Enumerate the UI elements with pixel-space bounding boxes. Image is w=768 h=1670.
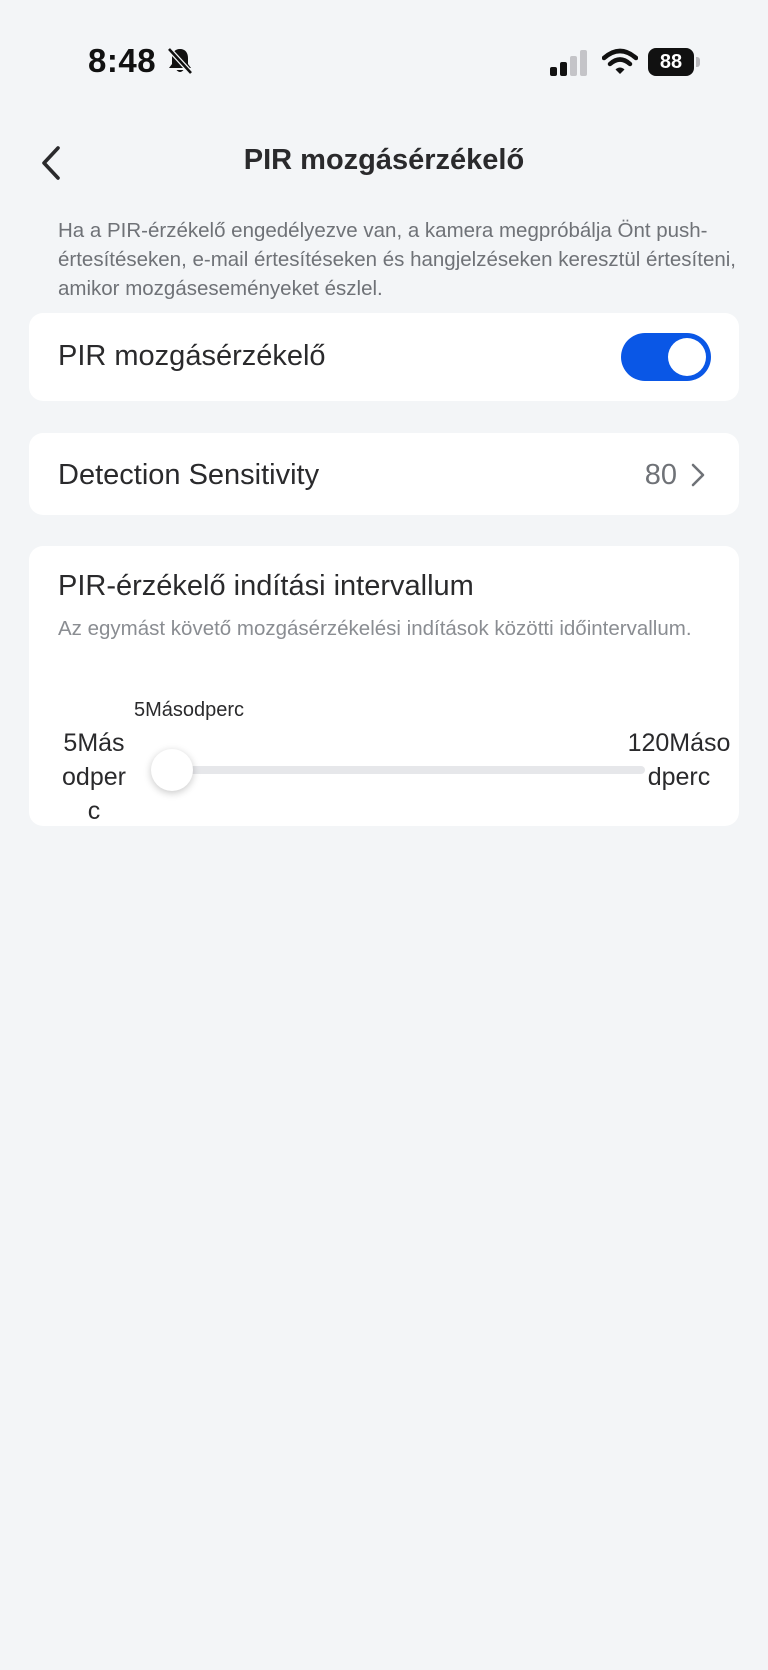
slider-thumb[interactable]	[151, 749, 193, 791]
battery-indicator: 88	[648, 48, 700, 76]
trigger-interval-slider[interactable]	[151, 749, 645, 791]
battery-level: 88	[648, 48, 694, 76]
slider-current-value: 5Másodperc	[134, 699, 245, 721]
slider-track	[153, 766, 645, 774]
page-title: PIR mozgásérzékelő	[243, 144, 525, 176]
chevron-right-icon	[691, 463, 705, 487]
pir-toggle-row: PIR mozgásérzékelő	[29, 313, 739, 401]
wifi-icon	[602, 48, 638, 74]
slider-min-label: 5Másodperc	[62, 729, 126, 825]
trigger-interval-description: Az egymást követő mozgásérzékelési indít…	[58, 617, 692, 640]
trigger-interval-card: PIR-érzékelő indítási intervallum Az egy…	[29, 546, 739, 826]
detection-sensitivity-row[interactable]: Detection Sensitivity 80	[29, 433, 739, 515]
toggle-knob	[668, 338, 706, 376]
detection-sensitivity-label: Detection Sensitivity	[58, 459, 320, 491]
slider-max-label: 120Másodperc	[627, 729, 731, 791]
navigation-bar: PIR mozgásérzékelő	[0, 130, 768, 196]
status-time: 8:48	[88, 42, 157, 79]
cellular-signal-icon	[550, 50, 587, 76]
battery-cap	[696, 57, 700, 67]
intro-description: Ha a PIR-érzékelő engedélyezve van, a ka…	[58, 219, 736, 300]
pir-toggle-label: PIR mozgásérzékelő	[58, 340, 326, 372]
status-bar: 8:48 88	[0, 0, 768, 110]
detection-sensitivity-value: 80	[644, 459, 677, 491]
pir-toggle-switch[interactable]	[621, 333, 711, 381]
trigger-interval-title: PIR-érzékelő indítási intervallum	[58, 570, 474, 602]
bell-slash-icon	[167, 47, 193, 75]
